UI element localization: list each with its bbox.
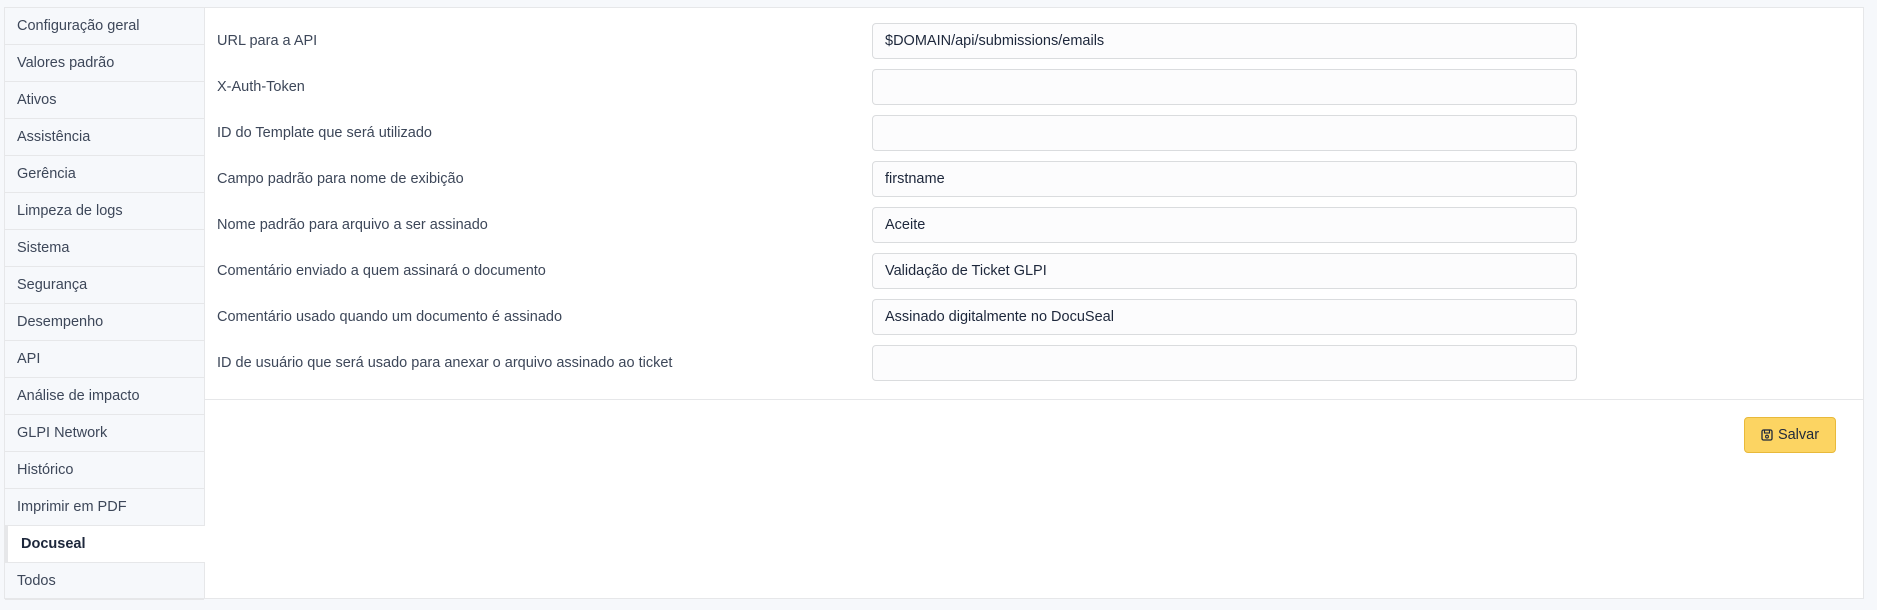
sidebar-item-gerencia[interactable]: Gerência <box>5 156 204 193</box>
sidebar-item-desempenho[interactable]: Desempenho <box>5 304 204 341</box>
sidebar-item-assistencia[interactable]: Assistência <box>5 119 204 156</box>
form-row-auth-token: X-Auth-Token <box>205 64 1863 110</box>
signer-comment-label: Comentário enviado a quem assinará o doc… <box>217 263 546 279</box>
form-row-default-filename: Nome padrão para arquivo a ser assinado <box>205 202 1863 248</box>
sidebar-item-ativos[interactable]: Ativos <box>5 82 204 119</box>
form-row-signer-comment: Comentário enviado a quem assinará o doc… <box>205 248 1863 294</box>
form-divider <box>205 399 1863 400</box>
save-button-label: Salvar <box>1777 427 1820 443</box>
auth-token-input[interactable] <box>872 69 1577 105</box>
docuseal-settings-form: URL para a API X-Auth-Token ID do Templa… <box>205 8 1863 598</box>
template-id-input[interactable] <box>872 115 1577 151</box>
sidebar-item-docuseal[interactable]: Docuseal <box>5 526 205 563</box>
signed-comment-input[interactable] <box>872 299 1577 335</box>
default-filename-input[interactable] <box>872 207 1577 243</box>
sidebar-item-seguranca[interactable]: Segurança <box>5 267 204 304</box>
form-row-template-id: ID do Template que será utilizado <box>205 110 1863 156</box>
floppy-disk-icon <box>1761 429 1773 441</box>
sidebar-item-analise-de-impacto[interactable]: Análise de impacto <box>5 378 204 415</box>
form-row-signed-comment: Comentário usado quando um documento é a… <box>205 294 1863 340</box>
attach-user-id-label: ID de usuário que será usado para anexar… <box>217 355 673 371</box>
config-panel: Configuração geral Valores padrão Ativos… <box>4 7 1864 600</box>
form-row-api-url: URL para a API <box>205 18 1863 64</box>
signed-comment-label: Comentário usado quando um documento é a… <box>217 309 563 325</box>
sidebar-item-limpeza-de-logs[interactable]: Limpeza de logs <box>5 193 204 230</box>
sidebar-item-api[interactable]: API <box>5 341 204 378</box>
form-row-display-name-field: Campo padrão para nome de exibição <box>205 156 1863 202</box>
sidebar-item-imprimir-em-pdf[interactable]: Imprimir em PDF <box>5 489 204 526</box>
default-filename-label: Nome padrão para arquivo a ser assinado <box>217 217 488 233</box>
sidebar-item-glpi-network[interactable]: GLPI Network <box>5 415 204 452</box>
display-name-field-label: Campo padrão para nome de exibição <box>217 171 464 187</box>
signer-comment-input[interactable] <box>872 253 1577 289</box>
api-url-input[interactable] <box>872 23 1577 59</box>
display-name-field-input[interactable] <box>872 161 1577 197</box>
sidebar-item-sistema[interactable]: Sistema <box>5 230 204 267</box>
config-sidebar: Configuração geral Valores padrão Ativos… <box>5 8 205 600</box>
template-id-label: ID do Template que será utilizado <box>217 125 432 141</box>
auth-token-label: X-Auth-Token <box>217 79 305 95</box>
attach-user-id-input[interactable] <box>872 345 1577 381</box>
sidebar-item-valores-padrao[interactable]: Valores padrão <box>5 45 204 82</box>
sidebar-item-configuracao-geral[interactable]: Configuração geral <box>5 8 204 45</box>
form-row-attach-user-id: ID de usuário que será usado para anexar… <box>205 340 1863 386</box>
sidebar-item-todos[interactable]: Todos <box>5 563 204 600</box>
sidebar-item-historico[interactable]: Histórico <box>5 452 204 489</box>
api-url-label: URL para a API <box>217 33 318 49</box>
save-button[interactable]: Salvar <box>1744 417 1836 453</box>
